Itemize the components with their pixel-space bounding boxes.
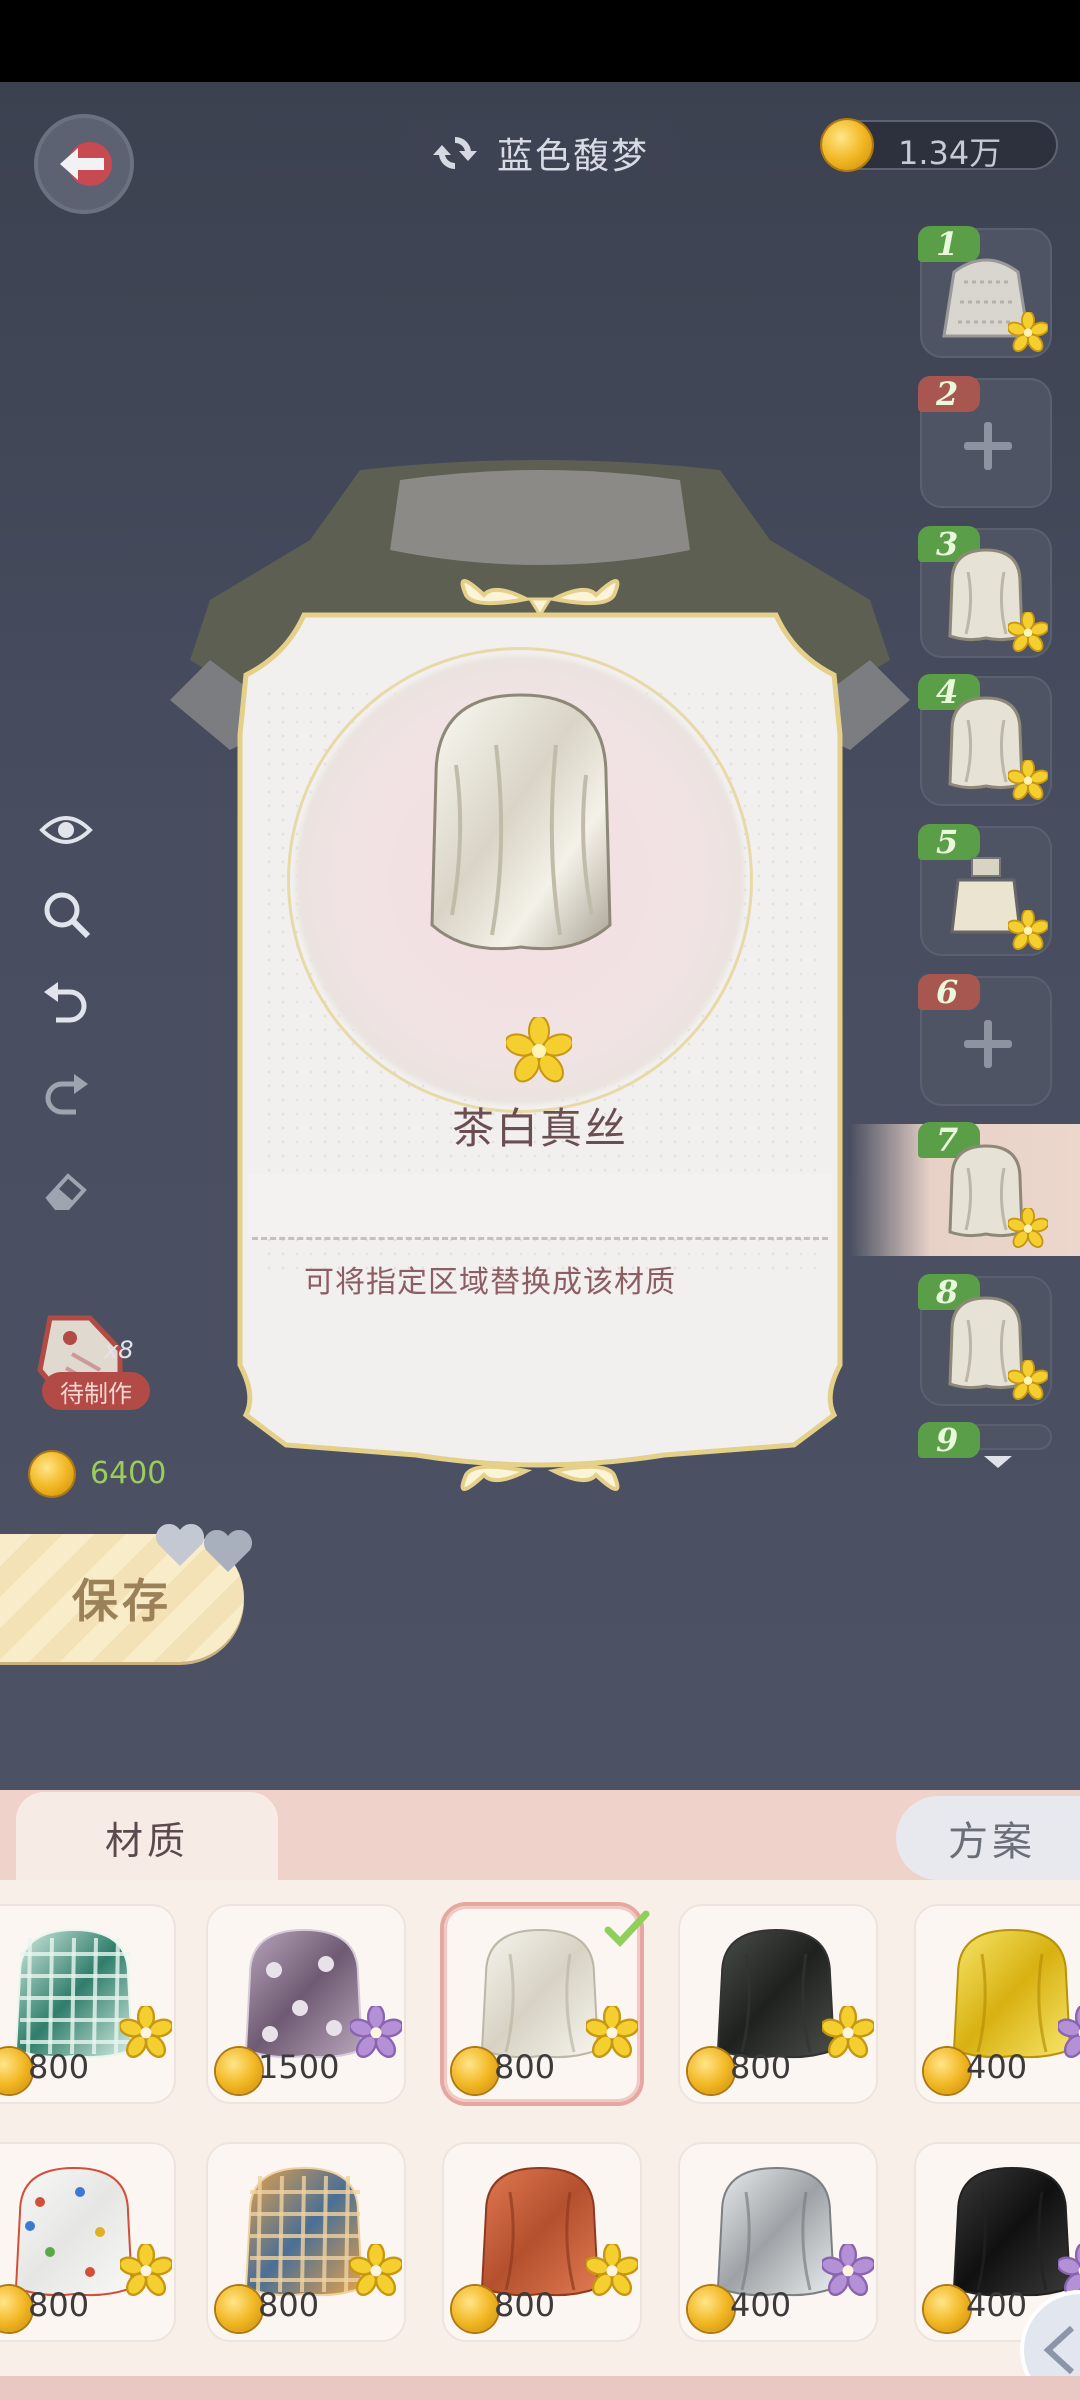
gold-flower-icon	[822, 2006, 874, 2058]
gold-flower-icon	[586, 2244, 638, 2296]
cost-coin-icon	[30, 1452, 74, 1496]
layer-slot-4[interactable]: 4	[918, 673, 1052, 806]
status-bar	[0, 0, 1080, 82]
gold-flower-icon	[120, 2244, 172, 2296]
bottom-strip	[0, 2376, 1080, 2400]
material-detail-card: 茶白真丝 可将指定区域替换成该材质	[234, 575, 846, 1495]
card-divider	[252, 1237, 828, 1240]
add-layer-plus-icon	[960, 1016, 1016, 1072]
coin-icon	[822, 120, 872, 170]
material-price: 1500	[258, 2048, 340, 2086]
material-price: 800	[494, 2286, 556, 2324]
layer-slot-9[interactable]: 9	[918, 1421, 1052, 1459]
material-price: 800	[494, 2048, 556, 2086]
gold-flower-icon	[1008, 1208, 1048, 1248]
coin-icon	[924, 2048, 970, 2094]
material-option-purple-floral[interactable]: 1500	[208, 1906, 404, 2102]
undo-button[interactable]	[38, 974, 94, 1030]
layer-slot-number: 2	[918, 375, 980, 413]
material-option-blue-plaid[interactable]: 800	[208, 2144, 404, 2340]
material-option-silver-satin[interactable]: 400	[680, 2144, 876, 2340]
purple-flower-icon	[1058, 2244, 1080, 2296]
silk-fabric-image	[430, 693, 612, 951]
coin-icon	[216, 2048, 262, 2094]
material-option-polka-dot[interactable]: 800	[0, 2144, 174, 2340]
material-price: 800	[28, 2048, 90, 2086]
coin-icon	[216, 2286, 262, 2332]
design-title-bar[interactable]: 蓝色馥梦	[380, 120, 700, 186]
purple-flower-icon	[822, 2244, 874, 2296]
material-grid: 800 1500 800 800 400 800 800 800 400 400	[0, 1880, 1080, 2400]
hearts-icon	[155, 1523, 253, 1572]
gold-flower-icon	[1008, 1360, 1048, 1400]
add-layer-plus-icon	[960, 418, 1016, 474]
layer-slot-number: 6	[918, 973, 980, 1011]
selected-check-icon	[604, 1910, 650, 1948]
material-description: 可将指定区域替换成该材质	[304, 1265, 676, 1300]
gold-flower-rarity-icon	[506, 1017, 572, 1083]
layer-slot-5[interactable]: 5	[918, 823, 1052, 956]
coin-icon	[688, 2286, 734, 2332]
coin-icon	[452, 2286, 498, 2332]
gold-flower-icon	[350, 2244, 402, 2296]
gold-flower-icon	[586, 2006, 638, 2058]
gold-flower-icon	[1008, 910, 1048, 950]
layer-slot-2[interactable]: 2	[918, 375, 1052, 508]
tab-plan[interactable]: 方案	[896, 1796, 1080, 1880]
total-cost: 6400	[90, 1456, 167, 1491]
purple-flower-icon	[1058, 2006, 1080, 2058]
tab-material[interactable]: 材质	[16, 1792, 278, 1882]
material-price: 400	[966, 2286, 1028, 2324]
undo-icon	[44, 982, 87, 1023]
layer-slot-6[interactable]: 6	[918, 973, 1052, 1106]
material-option-rust-satin[interactable]: 800	[444, 2144, 640, 2340]
gold-flower-icon	[1008, 760, 1048, 800]
pending-label: 待制作	[42, 1372, 150, 1410]
eye-icon	[39, 816, 93, 844]
coin-icon	[452, 2048, 498, 2094]
material-price: 800	[730, 2048, 792, 2086]
layer-slot-1[interactable]: 1	[918, 225, 1052, 358]
currency-display[interactable]: 1.34万	[822, 120, 1058, 172]
chevron-left-icon	[1043, 2325, 1075, 2375]
redo-button[interactable]	[38, 1066, 94, 1122]
refresh-icon[interactable]	[431, 129, 479, 177]
layer-slot-number: 9	[918, 1421, 980, 1459]
coin-icon	[688, 2048, 734, 2094]
app-root: 蓝色馥梦 1.34万 1 2 3 4 5 6 7 8 9 x8 待制作 6400…	[0, 0, 1080, 2400]
back-arrow-icon	[60, 142, 112, 186]
redo-icon	[45, 1074, 88, 1115]
design-title: 蓝色馥梦	[496, 136, 649, 177]
material-price: 400	[730, 2286, 792, 2324]
eraser-button[interactable]	[38, 1162, 94, 1218]
currency-amount: 1.34万	[898, 134, 1002, 172]
material-option-gold-satin[interactable]: 400	[916, 1906, 1080, 2102]
zoom-button[interactable]	[38, 886, 94, 942]
layer-slot-3[interactable]: 3	[918, 525, 1052, 658]
eraser-icon	[45, 1173, 87, 1210]
gold-flower-icon	[1008, 612, 1048, 652]
back-button[interactable]	[34, 114, 134, 214]
material-option-black-satin[interactable]: 800	[680, 1906, 876, 2102]
purple-flower-icon	[350, 2006, 402, 2058]
coin-icon	[924, 2286, 970, 2332]
gold-flower-icon	[120, 2006, 172, 2058]
pending-count: x8	[104, 1336, 134, 1364]
layer-slot-8[interactable]: 8	[918, 1273, 1052, 1406]
material-price: 800	[258, 2286, 320, 2324]
gold-flower-icon	[1008, 312, 1048, 352]
material-name: 茶白真丝	[451, 1104, 628, 1153]
scroll-down-arrow-icon[interactable]	[984, 1456, 1012, 1468]
toggle-visibility-button[interactable]	[38, 802, 94, 858]
magnifier-icon	[44, 892, 91, 939]
material-price: 400	[966, 2048, 1028, 2086]
layer-slot-7[interactable]: 7	[918, 1121, 1052, 1254]
material-option-green-plaid[interactable]: 800	[0, 1906, 174, 2102]
material-price: 800	[28, 2286, 90, 2324]
